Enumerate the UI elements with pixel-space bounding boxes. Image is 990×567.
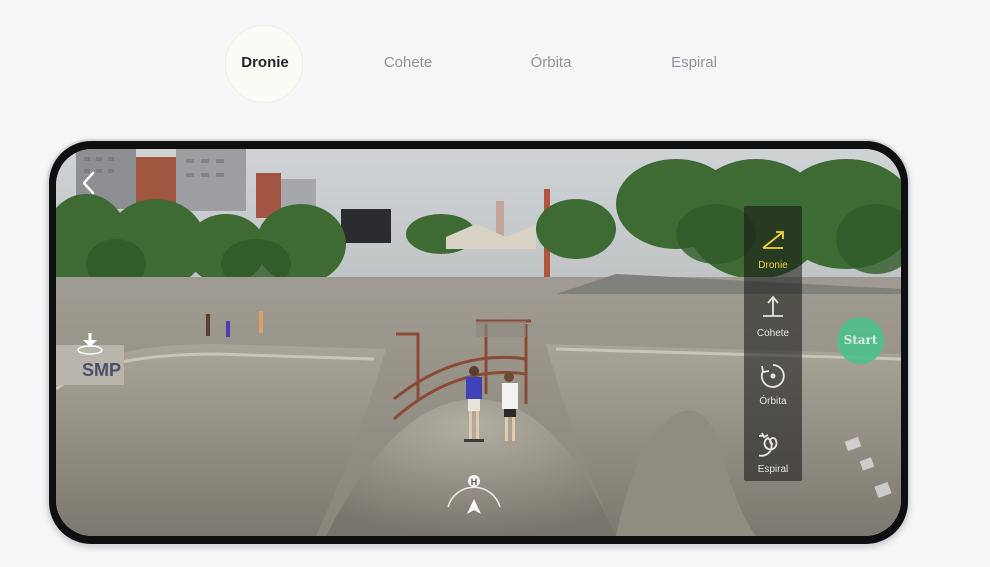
tab-cohete[interactable]: Cohete [353, 54, 463, 71]
home-heading-icon: H [447, 475, 501, 514]
mode-dronie[interactable]: Dronie [744, 216, 802, 278]
start-button[interactable]: Start [837, 317, 884, 364]
phone-frame: SMP H Dronie Cohete Órbita Espiral Start [47, 139, 910, 546]
back-button[interactable] [78, 169, 100, 197]
mode-espiral-label: Espiral [757, 464, 789, 475]
mode-orbita[interactable]: Órbita [744, 352, 802, 414]
camera-view: SMP H Dronie Cohete Órbita Espiral Start [56, 149, 901, 536]
flight-mode-panel: Dronie Cohete Órbita Espiral [744, 206, 802, 481]
tab-dronie[interactable]: Dronie [210, 54, 320, 71]
mode-espiral[interactable]: Espiral [744, 420, 802, 482]
tab-espiral[interactable]: Espiral [639, 54, 749, 71]
tab-orbita[interactable]: Órbita [496, 54, 606, 71]
home-marker-label: H [471, 477, 478, 487]
smp-sign: SMP [82, 360, 121, 380]
download-icon[interactable] [74, 331, 106, 357]
orbit-icon [760, 364, 785, 388]
mode-dronie-label: Dronie [758, 260, 788, 271]
mode-cohete-label: Cohete [756, 328, 790, 339]
dronie-icon [762, 231, 784, 249]
mode-tab-bar: Dronie Cohete Órbita Espiral [0, 0, 990, 120]
mode-orbita-label: Órbita [759, 396, 787, 407]
rocket-icon [763, 295, 783, 317]
spiral-icon [759, 432, 778, 457]
mode-cohete[interactable]: Cohete [744, 284, 802, 346]
